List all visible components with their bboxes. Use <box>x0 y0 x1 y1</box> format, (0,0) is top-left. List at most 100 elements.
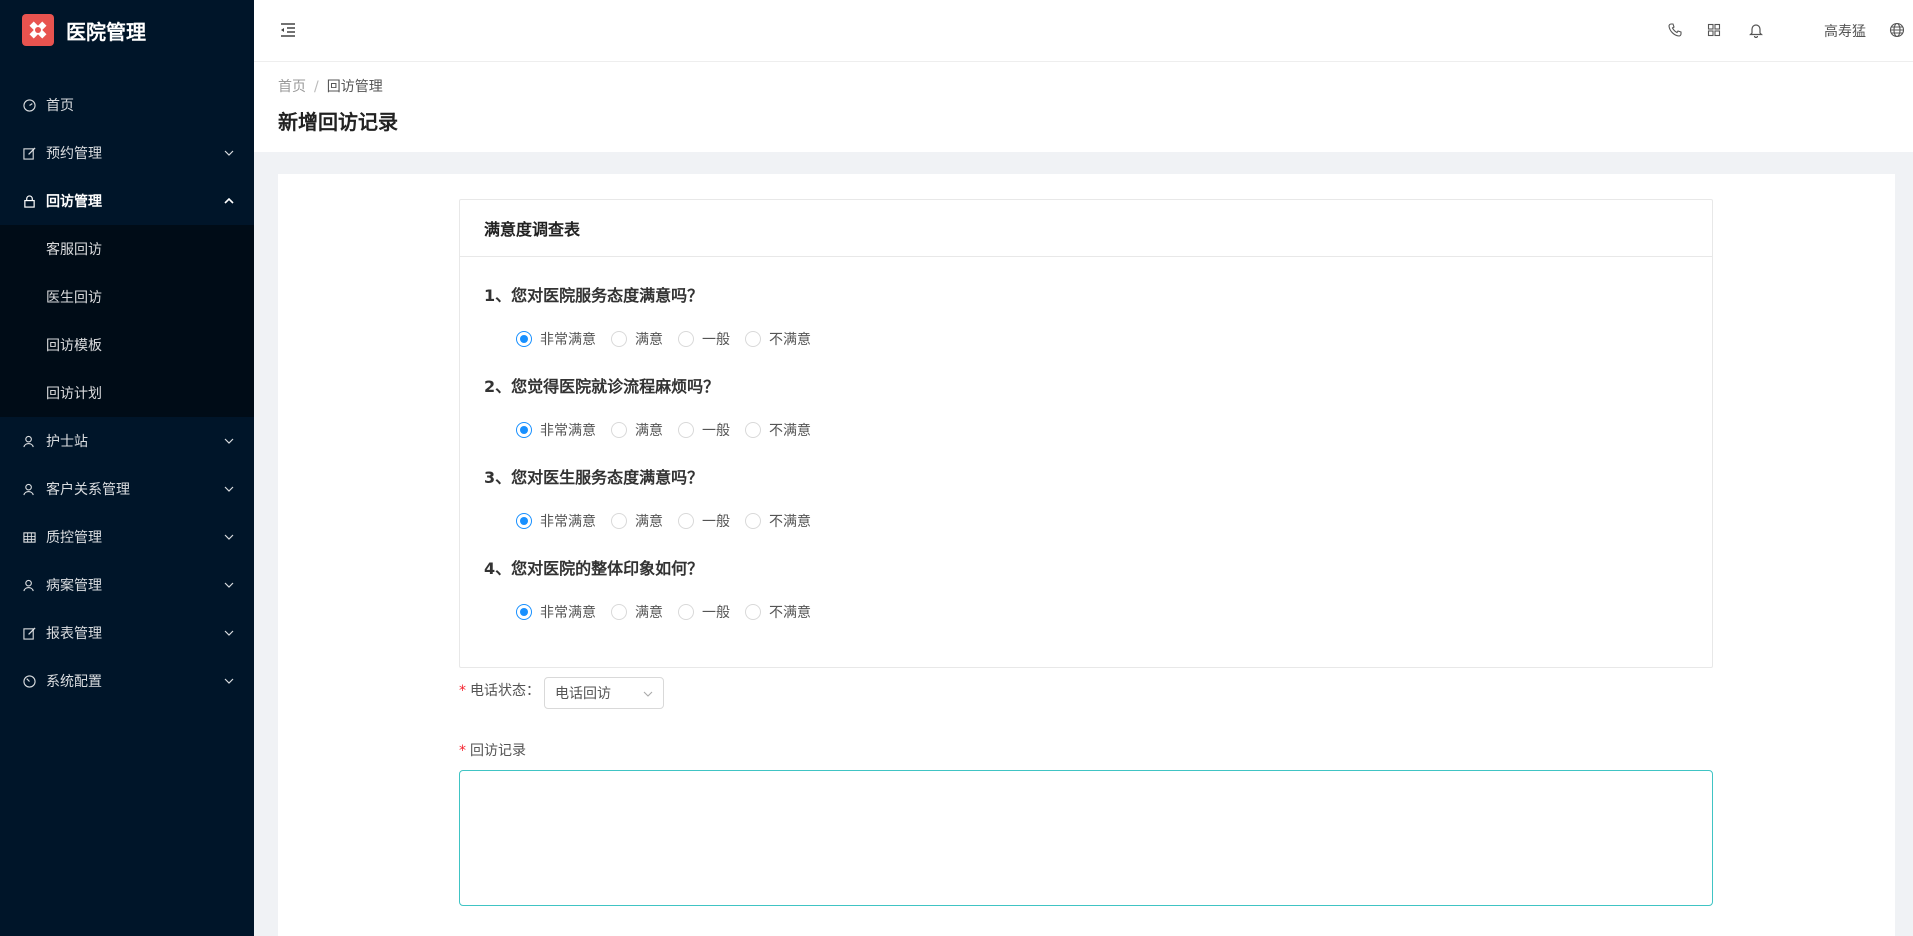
top-header: 高寿猛 <box>254 0 1913 62</box>
chevron-up-icon <box>224 196 234 206</box>
chevron-down-icon <box>224 532 234 542</box>
question-title: 1、您对医院服务态度满意吗？ <box>484 286 704 305</box>
sidebar-item-label: 回访管理 <box>46 194 102 210</box>
radio-checked[interactable] <box>516 604 532 620</box>
sidebar-item-label: 报表管理 <box>46 626 102 642</box>
radio[interactable] <box>611 331 627 347</box>
record-label: * 回访记录 <box>459 740 526 760</box>
survey-question: 1、您对医院服务态度满意吗？ 非常满意 满意 一般 不满意 <box>484 282 826 349</box>
sidebar-item-home[interactable]: 首页 <box>0 81 254 129</box>
radio-group: 非常满意 满意 一般 不满意 <box>516 329 826 349</box>
logo[interactable]: 医院管理 <box>0 0 254 60</box>
radio[interactable] <box>678 513 694 529</box>
hospital-logo-icon <box>22 14 54 46</box>
radio[interactable] <box>745 422 761 438</box>
sidebar-item-label: 护士站 <box>46 434 88 450</box>
breadcrumb-separator: / <box>314 79 319 95</box>
sidebar-item-service-followup[interactable]: 客服回访 <box>0 225 254 273</box>
chevron-down-icon <box>643 685 653 701</box>
survey-question: 2、您觉得医院就诊流程麻烦吗？ 非常满意 满意 一般 不满意 <box>484 373 826 440</box>
radio-label: 满意 <box>635 332 663 348</box>
radio-checked[interactable] <box>516 422 532 438</box>
select-value: 电话回访 <box>555 686 611 702</box>
sidebar-item-medical-records[interactable]: 病案管理 <box>0 561 254 609</box>
sidebar-item-followup-plan[interactable]: 回访计划 <box>0 369 254 417</box>
bell-icon[interactable] <box>1748 22 1764 38</box>
sidebar-item-followup[interactable]: 回访管理 <box>0 177 254 225</box>
radio-checked[interactable] <box>516 513 532 529</box>
radio-option[interactable]: 不满意 <box>745 420 811 440</box>
user-name[interactable]: 高寿猛 <box>1824 21 1866 41</box>
radio-option[interactable]: 不满意 <box>745 511 811 531</box>
radio-checked[interactable] <box>516 331 532 347</box>
survey-title: 满意度调查表 <box>460 200 1712 257</box>
breadcrumb-current[interactable]: 回访管理 <box>327 79 383 95</box>
radio-option[interactable]: 满意 <box>611 329 663 349</box>
radio[interactable] <box>611 604 627 620</box>
sidebar-item-label: 预约管理 <box>46 146 102 162</box>
chevron-down-icon <box>224 628 234 638</box>
edit-icon <box>22 146 36 160</box>
phone-status-select[interactable]: 电话回访 <box>544 677 664 709</box>
radio-label: 一般 <box>702 514 730 530</box>
dashboard-icon <box>22 98 36 112</box>
radio-label: 满意 <box>635 605 663 621</box>
sidebar-item-followup-template[interactable]: 回访模板 <box>0 321 254 369</box>
sidebar-item-reports[interactable]: 报表管理 <box>0 609 254 657</box>
sidebar-item-label: 系统配置 <box>46 674 102 690</box>
page-header: 首页 / 回访管理 新增回访记录 <box>254 62 1913 152</box>
edit-icon <box>22 626 36 640</box>
radio[interactable] <box>678 331 694 347</box>
radio[interactable] <box>611 422 627 438</box>
sidebar-item-appointment[interactable]: 预约管理 <box>0 129 254 177</box>
radio-label: 不满意 <box>769 332 811 348</box>
globe-icon[interactable] <box>1889 22 1905 38</box>
radio-option[interactable]: 不满意 <box>745 329 811 349</box>
sidebar-item-doctor-followup[interactable]: 医生回访 <box>0 273 254 321</box>
lock-icon <box>22 194 36 208</box>
radio-option[interactable]: 满意 <box>611 420 663 440</box>
radio-option[interactable]: 非常满意 <box>516 420 596 440</box>
sidebar-item-label: 回访计划 <box>46 386 102 402</box>
main-content: 满意度调查表 1、您对医院服务态度满意吗？ 非常满意 满意 一般 不满意 2、您… <box>278 174 1895 936</box>
radio-option[interactable]: 满意 <box>611 511 663 531</box>
menu-fold-icon[interactable] <box>278 20 298 40</box>
radio[interactable] <box>745 331 761 347</box>
sidebar-item-label: 质控管理 <box>46 530 102 546</box>
page-title: 新增回访记录 <box>278 110 398 134</box>
radio-option[interactable]: 非常满意 <box>516 511 596 531</box>
radio-option[interactable]: 满意 <box>611 602 663 622</box>
sidebar-item-quality-control[interactable]: 质控管理 <box>0 513 254 561</box>
radio[interactable] <box>611 513 627 529</box>
radio[interactable] <box>745 604 761 620</box>
phone-icon[interactable] <box>1667 22 1683 38</box>
sidebar-item-crm[interactable]: 客户关系管理 <box>0 465 254 513</box>
satisfaction-survey-card: 满意度调查表 1、您对医院服务态度满意吗？ 非常满意 满意 一般 不满意 2、您… <box>459 199 1713 668</box>
radio-option[interactable]: 一般 <box>678 602 730 622</box>
radio-label: 不满意 <box>769 605 811 621</box>
sidebar-item-system-config[interactable]: 系统配置 <box>0 657 254 705</box>
apps-icon[interactable] <box>1706 22 1722 38</box>
survey-question: 3、您对医生服务态度满意吗？ 非常满意 满意 一般 不满意 <box>484 464 826 531</box>
sidebar-menu: 首页 预约管理 回访管理 客服回访 医生回访 回访模板 回访计划 护士站 客户关… <box>0 81 254 705</box>
radio-option[interactable]: 不满意 <box>745 602 811 622</box>
radio[interactable] <box>678 422 694 438</box>
radio-option[interactable]: 一般 <box>678 511 730 531</box>
radio-option[interactable]: 一般 <box>678 329 730 349</box>
sidebar-item-nurse-station[interactable]: 护士站 <box>0 417 254 465</box>
radio-option[interactable]: 非常满意 <box>516 602 596 622</box>
sidebar-item-label: 客户关系管理 <box>46 482 130 498</box>
radio-option[interactable]: 一般 <box>678 420 730 440</box>
breadcrumb-home[interactable]: 首页 <box>278 79 306 95</box>
question-title: 2、您觉得医院就诊流程麻烦吗？ <box>484 377 720 396</box>
radio-option[interactable]: 非常满意 <box>516 329 596 349</box>
radio[interactable] <box>745 513 761 529</box>
radio-label: 一般 <box>702 423 730 439</box>
sidebar-item-label: 医生回访 <box>46 290 102 306</box>
table-icon <box>22 530 36 544</box>
radio[interactable] <box>678 604 694 620</box>
breadcrumb: 首页 / 回访管理 <box>278 76 383 96</box>
followup-record-textarea[interactable] <box>459 770 1713 906</box>
radio-group: 非常满意 满意 一般 不满意 <box>516 420 826 440</box>
followup-submenu: 客服回访 医生回访 回访模板 回访计划 <box>0 225 254 417</box>
